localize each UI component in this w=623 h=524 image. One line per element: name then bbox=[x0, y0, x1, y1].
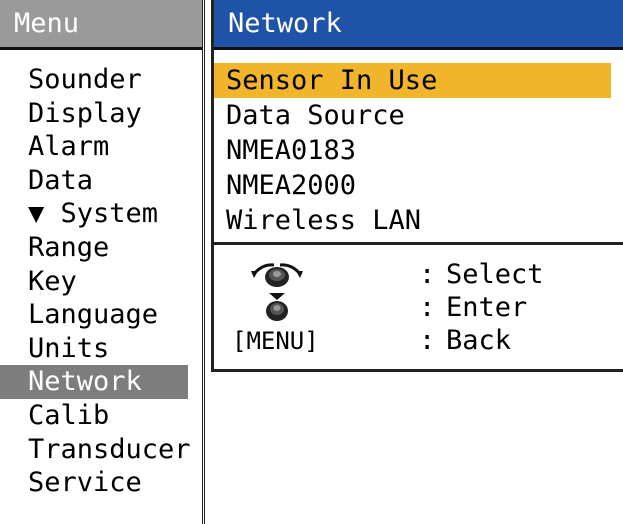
menu-item-transducer[interactable]: Transducer bbox=[0, 433, 202, 467]
menu-item-language[interactable]: Language bbox=[0, 298, 202, 332]
legend-separator: : bbox=[419, 259, 436, 290]
menu-item-alarm[interactable]: Alarm bbox=[0, 130, 202, 164]
legend-row-select: : Select bbox=[214, 258, 623, 292]
menu-title: Menu bbox=[14, 8, 80, 39]
network-item-nmea2000[interactable]: NMEA2000 bbox=[214, 168, 623, 203]
fish-finder-screen: Menu Sounder Display Alarm Data ▼ System… bbox=[0, 0, 623, 524]
main-menu-panel: Menu Sounder Display Alarm Data ▼ System… bbox=[0, 0, 205, 524]
menu-item-system[interactable]: ▼ System bbox=[0, 197, 202, 231]
legend-separator: : bbox=[419, 292, 436, 323]
network-title: Network bbox=[228, 8, 342, 39]
legend-row-enter: : Enter bbox=[214, 291, 623, 325]
rotary-knob-icon bbox=[251, 263, 303, 287]
network-item-nmea0183[interactable]: NMEA0183 bbox=[214, 133, 623, 168]
network-header: Network bbox=[214, 0, 623, 50]
legend-select-label: Select bbox=[446, 259, 544, 290]
network-list: Sensor In Use Data Source NMEA0183 NMEA2… bbox=[214, 63, 623, 238]
menu-item-sounder[interactable]: Sounder bbox=[0, 63, 202, 97]
menu-item-range[interactable]: Range bbox=[0, 231, 202, 265]
menu-item-units[interactable]: Units bbox=[0, 332, 202, 366]
key-guide: : Select : Enter [MENU]: Back bbox=[214, 258, 623, 366]
menu-item-data[interactable]: Data bbox=[0, 164, 202, 198]
menu-item-service[interactable]: Service bbox=[0, 466, 202, 500]
menu-item-display[interactable]: Display bbox=[0, 97, 202, 131]
menu-item-network[interactable]: Network bbox=[0, 365, 188, 399]
network-item-data-source[interactable]: Data Source bbox=[214, 98, 623, 133]
knob-push-icon bbox=[266, 293, 288, 321]
legend-back-label: Back bbox=[446, 325, 512, 356]
menu-item-key[interactable]: Key bbox=[0, 265, 202, 299]
network-item-sensor-in-use[interactable]: Sensor In Use bbox=[214, 63, 611, 98]
menu-header: Menu bbox=[0, 0, 202, 50]
legend-divider bbox=[214, 242, 623, 245]
legend-row-back: [MENU] : Back bbox=[214, 324, 623, 358]
legend-enter-label: Enter bbox=[446, 292, 528, 323]
network-submenu-panel: Network Sensor In Use Data Source NMEA01… bbox=[211, 0, 623, 372]
network-item-wireless-lan[interactable]: Wireless LAN bbox=[214, 203, 623, 238]
menu-list: Sounder Display Alarm Data ▼ System Rang… bbox=[0, 63, 202, 500]
legend-separator: : bbox=[419, 325, 436, 356]
menu-key-label: [MENU] bbox=[232, 327, 319, 355]
menu-item-calib[interactable]: Calib bbox=[0, 399, 202, 433]
